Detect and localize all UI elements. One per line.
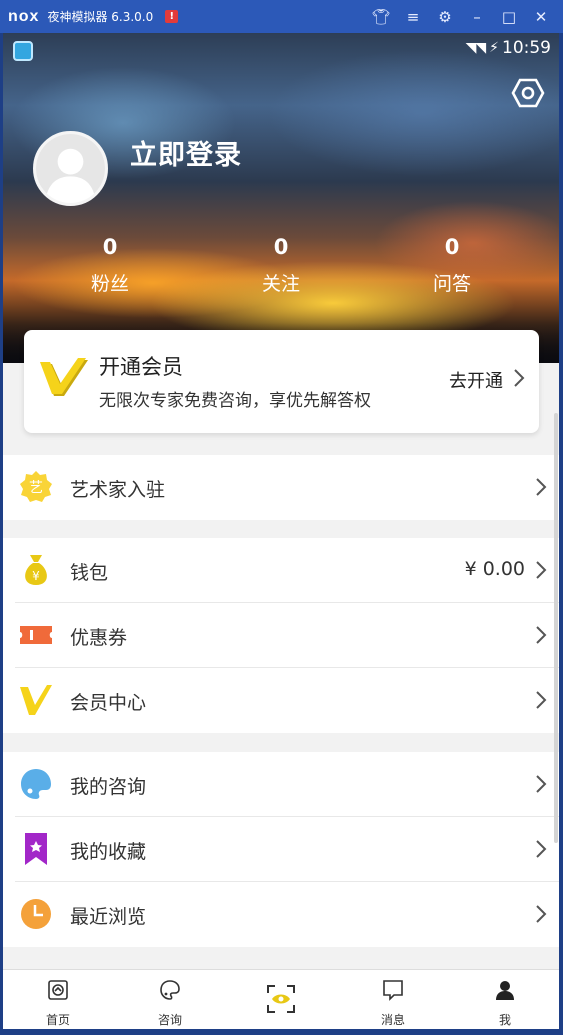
chevron-right-icon — [536, 691, 547, 709]
status-bar: ◥◥ ⚡︎ 10:59 — [3, 33, 559, 67]
coupon-icon — [20, 626, 52, 644]
open-membership-button[interactable]: 去开通 — [449, 367, 503, 393]
art-badge-icon: 艺 — [20, 471, 52, 502]
list-item-wallet[interactable]: ¥ 钱包 ¥ 0.00 — [15, 538, 559, 603]
window-controls: 👕︎ ≡ ⚙ – □ ✕ — [365, 0, 557, 33]
list-item-label: 艺术家入驻 — [70, 479, 166, 501]
scan-icon — [267, 985, 295, 1013]
list-group-artist: 艺 艺术家入驻 — [3, 455, 559, 520]
palette-icon — [21, 769, 51, 799]
chevron-right-icon — [536, 626, 547, 644]
list-item-my-consult[interactable]: 我的咨询 — [15, 752, 559, 817]
list-item-label: 我的咨询 — [70, 776, 147, 798]
chevron-right-icon — [536, 561, 547, 579]
list-item-favorites[interactable]: 我的收藏 — [15, 817, 559, 882]
chevron-right-icon — [536, 840, 547, 858]
menu-icon[interactable]: ≡ — [397, 8, 429, 26]
stat-value: 0 — [102, 235, 118, 259]
list-item-label: 我的收藏 — [70, 841, 147, 863]
minimize-icon[interactable]: – — [461, 8, 493, 26]
tab-label: 首页 — [45, 1013, 70, 1027]
tab-home[interactable]: 首页 — [18, 970, 98, 1029]
stat-label: 关注 — [261, 273, 300, 295]
member-title: 开通会员 — [99, 355, 183, 379]
stat-following[interactable]: 0 关注 — [231, 235, 331, 296]
list-item-artist-join[interactable]: 艺 艺术家入驻 — [15, 455, 559, 520]
chevron-right-icon — [536, 775, 547, 793]
svg-text:艺: 艺 — [29, 480, 43, 496]
tab-consult[interactable]: 咨询 — [130, 970, 210, 1029]
list-group-mine: 我的咨询 我的收藏 最近浏览 — [3, 752, 559, 947]
clock-icon — [21, 899, 51, 929]
tab-label: 我 — [498, 1013, 511, 1027]
bottom-tab-bar: 首页 咨询 消息 我 — [3, 969, 559, 1029]
list-item-member-center[interactable]: 会员中心 — [15, 668, 559, 733]
stat-qa[interactable]: 0 问答 — [402, 235, 502, 296]
scrollbar[interactable] — [554, 413, 558, 843]
stat-label: 问答 — [432, 273, 471, 295]
skin-icon[interactable]: 👕︎ — [365, 8, 397, 26]
emulator-title: 夜神模拟器 6.3.0.0 — [47, 10, 154, 24]
message-icon — [383, 980, 403, 1001]
list-item-label: 优惠券 — [70, 627, 128, 649]
home-icon — [48, 980, 68, 1000]
tab-label: 消息 — [380, 1013, 405, 1027]
stat-value: 0 — [273, 235, 289, 259]
list-item-label: 钱包 — [70, 562, 109, 584]
wifi-signal-icon: ◥◥ — [465, 40, 487, 56]
default-avatar-icon — [36, 134, 105, 203]
list-item-label: 会员中心 — [70, 692, 147, 714]
login-link[interactable]: 立即登录 — [130, 133, 242, 172]
list-item-label: 最近浏览 — [70, 906, 147, 928]
chevron-right-icon — [536, 478, 547, 496]
list-item-recent[interactable]: 最近浏览 — [15, 882, 559, 947]
stat-value: 0 — [444, 235, 460, 259]
svg-text:¥: ¥ — [32, 569, 40, 583]
stats-row: 0 粉丝 0 关注 0 问答 — [3, 235, 559, 305]
list-group-wallet: ¥ 钱包 ¥ 0.00 优惠券 会员中心 — [3, 538, 559, 733]
stat-label: 粉丝 — [90, 273, 129, 295]
consult-icon — [160, 980, 180, 1000]
money-bag-icon: ¥ — [25, 555, 47, 585]
alert-icon[interactable]: ! — [165, 10, 179, 23]
settings-hex-icon[interactable] — [511, 76, 545, 110]
phone-screen: ◥◥ ⚡︎ 10:59 立即登录 0 粉丝 0 关注 0 问答 开通会员 无限次… — [3, 33, 559, 1029]
emulator-logo: nox — [8, 7, 40, 25]
tab-me[interactable]: 我 — [465, 970, 545, 1029]
gear-icon[interactable]: ⚙ — [429, 8, 461, 26]
tab-label: 咨询 — [157, 1013, 182, 1027]
profile-icon — [496, 981, 514, 1000]
status-time: 10:59 — [502, 38, 551, 58]
stat-fans[interactable]: 0 粉丝 — [60, 235, 160, 296]
close-icon[interactable]: ✕ — [525, 8, 557, 26]
vip-v-icon — [20, 685, 52, 715]
chevron-right-icon — [514, 369, 525, 387]
member-card[interactable]: 开通会员 无限次专家免费咨询，享优先解答权 去开通 — [24, 330, 539, 433]
wallet-balance: ¥ 0.00 — [464, 558, 525, 580]
app-notification-icon — [13, 41, 33, 61]
tab-messages[interactable]: 消息 — [353, 970, 433, 1029]
chevron-right-icon — [536, 905, 547, 923]
bookmark-icon — [25, 833, 47, 865]
emulator-title-bar: nox 夜神模拟器 6.3.0.0 ! 👕︎ ≡ ⚙ – □ ✕ — [0, 0, 563, 33]
avatar[interactable] — [33, 131, 108, 206]
tab-scan[interactable] — [241, 970, 321, 1029]
battery-icon: ⚡︎ — [489, 40, 499, 56]
member-subtitle: 无限次专家免费咨询，享优先解答权 — [99, 391, 371, 411]
vip-v-icon — [40, 358, 88, 396]
list-item-coupon[interactable]: 优惠券 — [15, 603, 559, 668]
maximize-icon[interactable]: □ — [493, 8, 525, 26]
